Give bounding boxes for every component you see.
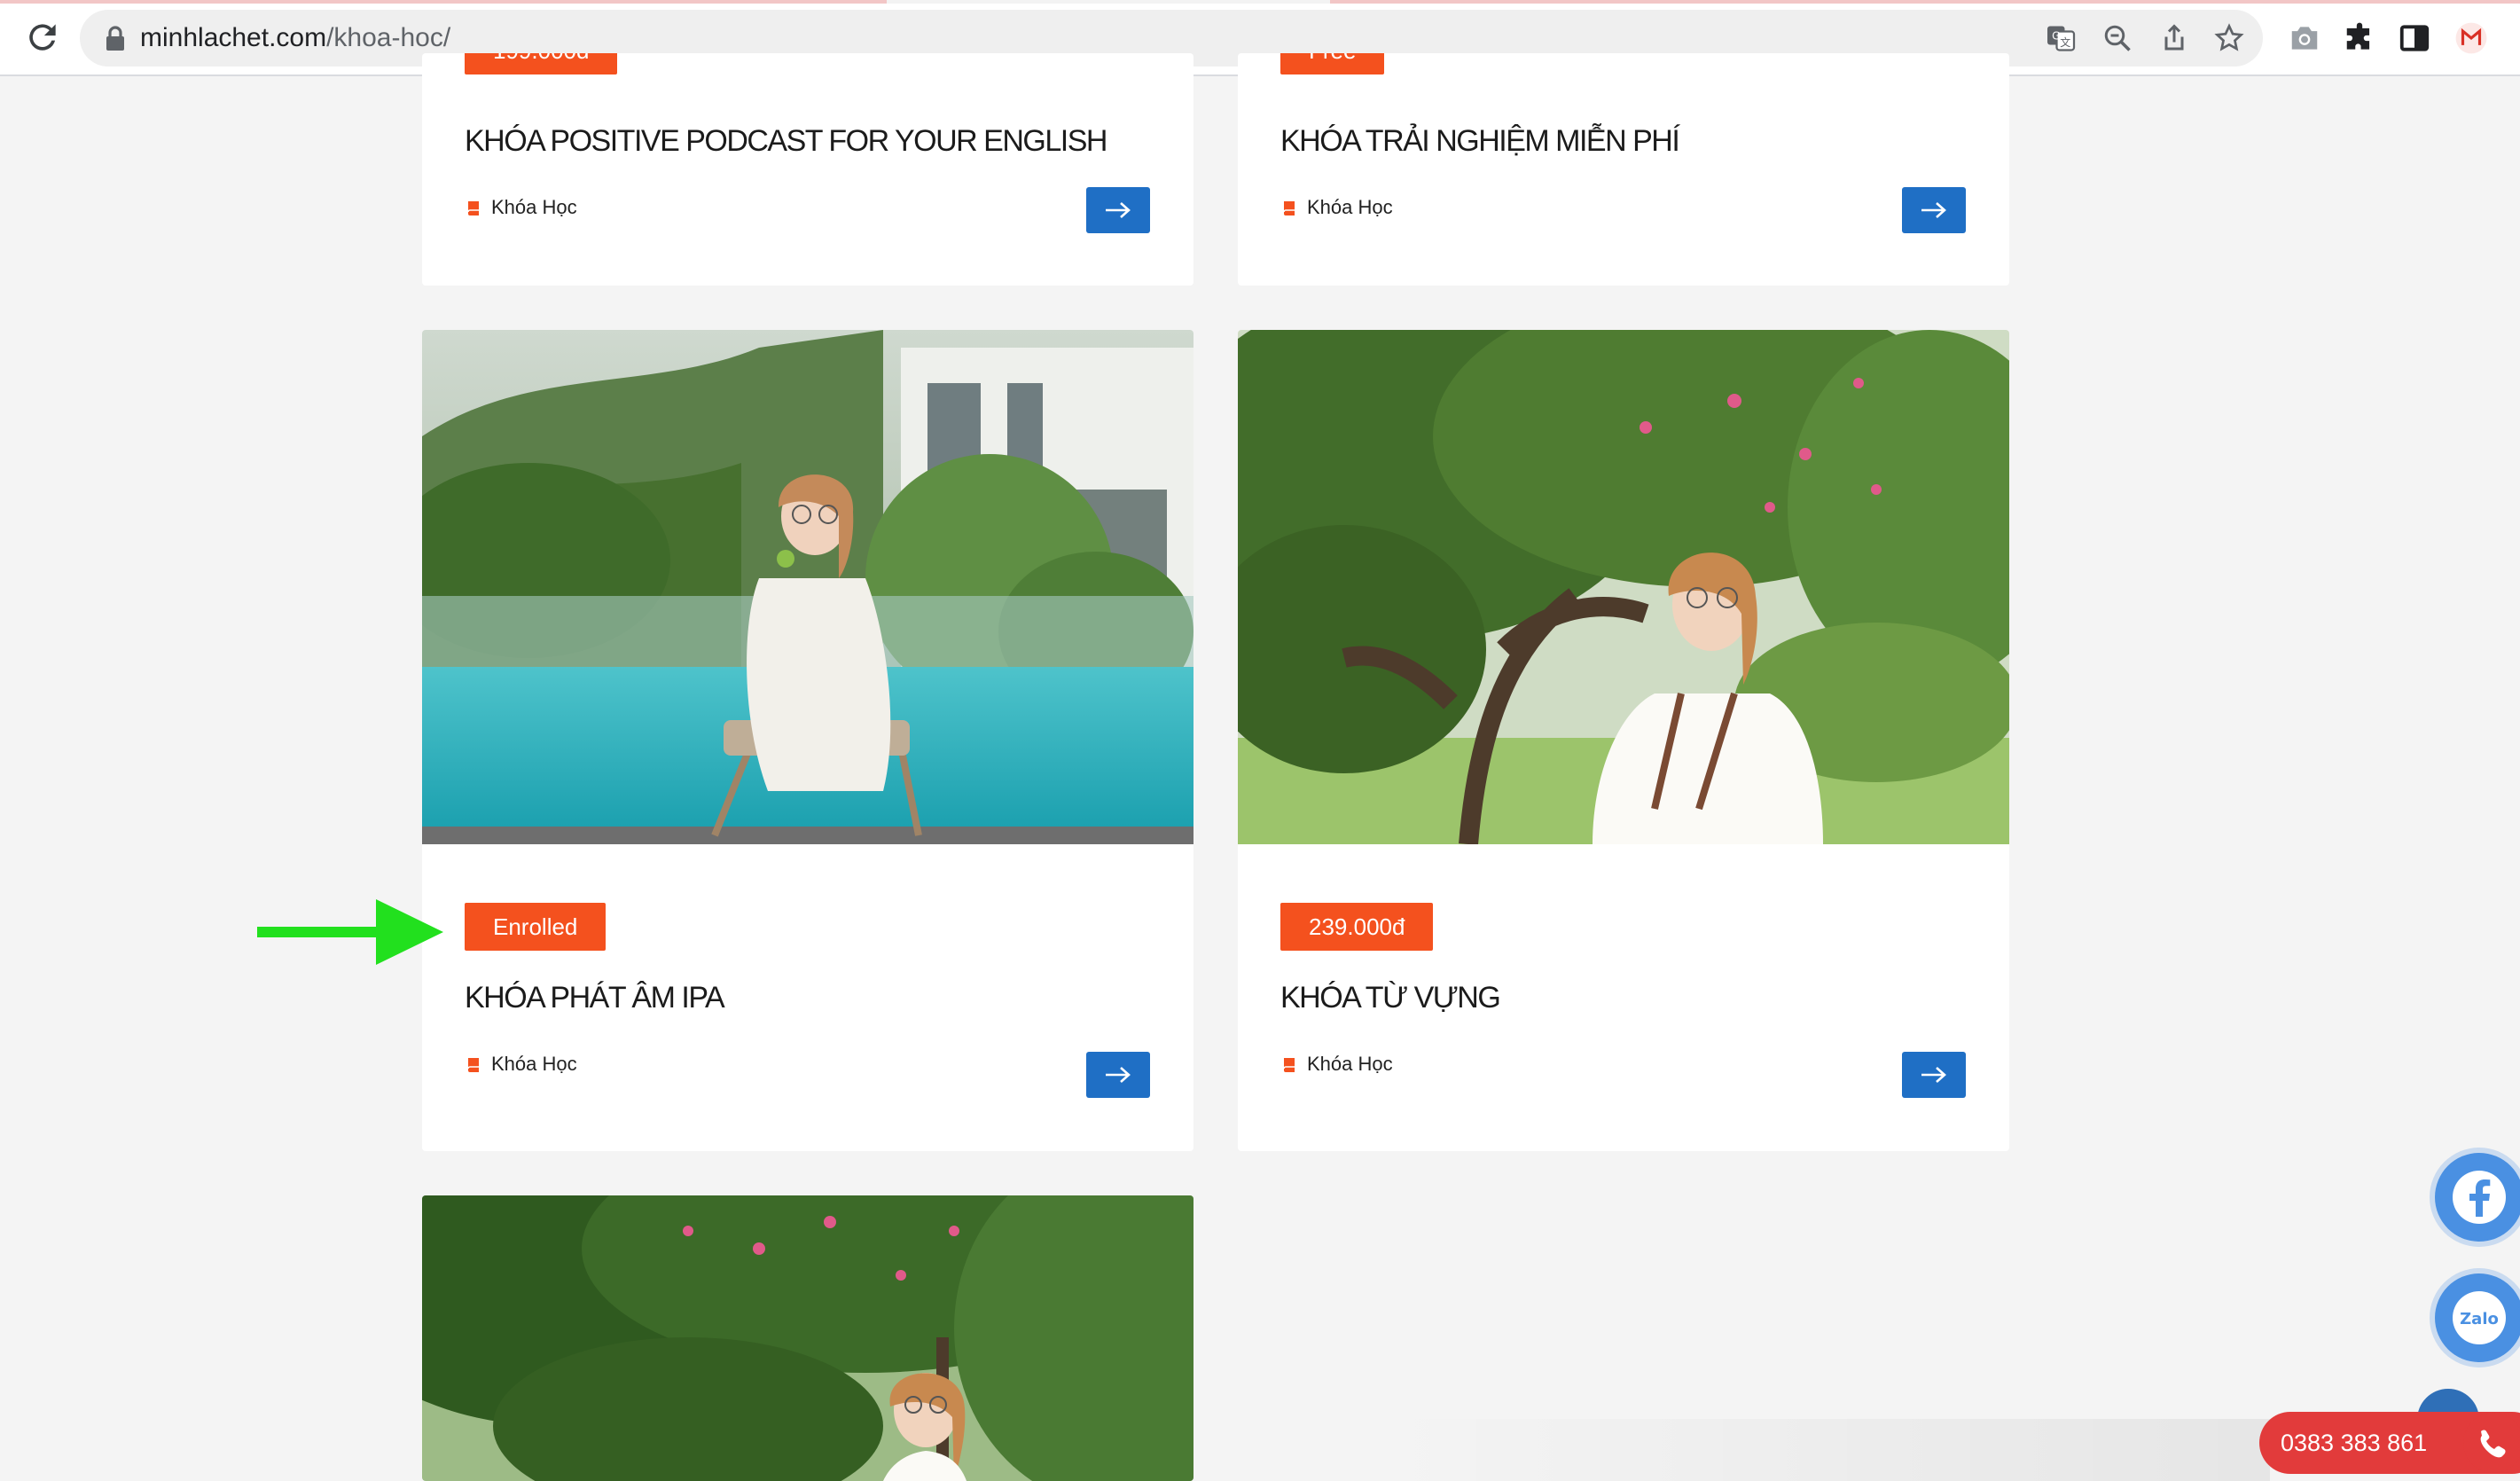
hotline-button[interactable]: 0383 383 861	[2259, 1412, 2520, 1474]
category-label: Khóa Học	[1307, 196, 1393, 218]
hotline-number: 0383 383 861	[2281, 1430, 2428, 1456]
zoom-icon[interactable]	[2101, 22, 2133, 54]
course-thumbnail[interactable]	[422, 330, 1193, 844]
arrow-right-icon	[1106, 202, 1131, 218]
extensions-puzzle-icon[interactable]	[2343, 21, 2376, 55]
phone-icon	[2463, 1413, 2520, 1473]
course-title[interactable]: KHÓA TRẢI NGHIỆM MIỄN PHÍ	[1280, 121, 1680, 161]
book-icon	[1283, 201, 1295, 216]
svg-text:文: 文	[2060, 35, 2070, 49]
facebook-icon	[2453, 1171, 2506, 1224]
svg-text:G: G	[2052, 30, 2060, 43]
price-badge: 239.000đ	[1280, 903, 1434, 951]
view-course-button[interactable]	[1086, 187, 1150, 233]
bottom-shadow	[1383, 1419, 2270, 1481]
url-path: /khoa-hoc/	[326, 23, 451, 52]
camera-icon[interactable]	[2288, 21, 2321, 55]
lock-icon	[106, 26, 124, 51]
bookmark-star-icon[interactable]	[2213, 22, 2245, 54]
course-category[interactable]: Khóa Học	[1280, 1051, 1393, 1077]
price-badge: 199.000đ	[465, 53, 618, 74]
book-icon	[1283, 1058, 1295, 1073]
course-title[interactable]: KHÓA PHÁT ÂM IPA	[465, 978, 725, 1017]
category-label: Khóa Học	[1307, 1053, 1393, 1075]
course-photo-garden	[1238, 330, 2009, 844]
course-card[interactable]: Enrolled KHÓA PHÁT ÂM IPA Khóa Học	[422, 330, 1193, 1151]
course-category[interactable]: Khóa Học	[1280, 194, 1393, 221]
category-label: Khóa Học	[491, 1053, 577, 1075]
profile-avatar-icon[interactable]	[2454, 21, 2488, 55]
course-category[interactable]: Khóa Học	[465, 1051, 577, 1077]
view-course-button[interactable]	[1902, 1052, 1966, 1098]
book-icon	[467, 1058, 479, 1073]
facebook-chat-button[interactable]	[2435, 1153, 2520, 1242]
course-card[interactable]	[422, 1195, 1193, 1481]
url-host: minhlachet.com	[140, 23, 327, 52]
zalo-label: Zalo	[2460, 1310, 2499, 1328]
course-photo-trees	[422, 1195, 1193, 1481]
arrow-right-icon	[1106, 1067, 1131, 1083]
arrow-right-icon	[1921, 202, 1946, 218]
course-thumbnail[interactable]	[1238, 330, 2009, 844]
url-text[interactable]: minhlachet.com/khoa-hoc/	[140, 20, 450, 56]
side-panel-icon[interactable]	[2398, 21, 2431, 55]
reload-icon[interactable]	[23, 18, 62, 57]
translate-icon[interactable]: 文 G	[2045, 22, 2077, 54]
share-icon[interactable]	[2158, 22, 2190, 54]
course-card[interactable]: 199.000đ KHÓA POSITIVE PODCAST FOR YOUR …	[422, 53, 1193, 286]
course-card[interactable]: Free KHÓA TRẢI NGHIỆM MIỄN PHÍ Khóa Học	[1238, 53, 2009, 286]
zalo-icon: Zalo	[2453, 1291, 2506, 1344]
annotation-arrow-icon	[257, 899, 443, 965]
book-icon	[467, 201, 479, 216]
course-card[interactable]: 239.000đ KHÓA TỪ VỰNG Khóa Học	[1238, 330, 2009, 1151]
course-category[interactable]: Khóa Học	[465, 194, 577, 221]
price-badge: Free	[1280, 53, 1385, 74]
enrolled-badge: Enrolled	[465, 903, 607, 951]
arrow-right-icon	[1921, 1067, 1946, 1083]
course-photo-pool	[422, 330, 1193, 844]
course-title[interactable]: KHÓA POSITIVE PODCAST FOR YOUR ENGLISH	[465, 121, 1107, 161]
tab-strip	[0, 0, 2520, 4]
course-thumbnail[interactable]	[422, 1195, 1193, 1481]
view-course-button[interactable]	[1086, 1052, 1150, 1098]
course-title[interactable]: KHÓA TỪ VỰNG	[1280, 978, 1501, 1017]
category-label: Khóa Học	[491, 196, 577, 218]
view-course-button[interactable]	[1902, 187, 1966, 233]
zalo-chat-button[interactable]: Zalo	[2435, 1273, 2520, 1362]
